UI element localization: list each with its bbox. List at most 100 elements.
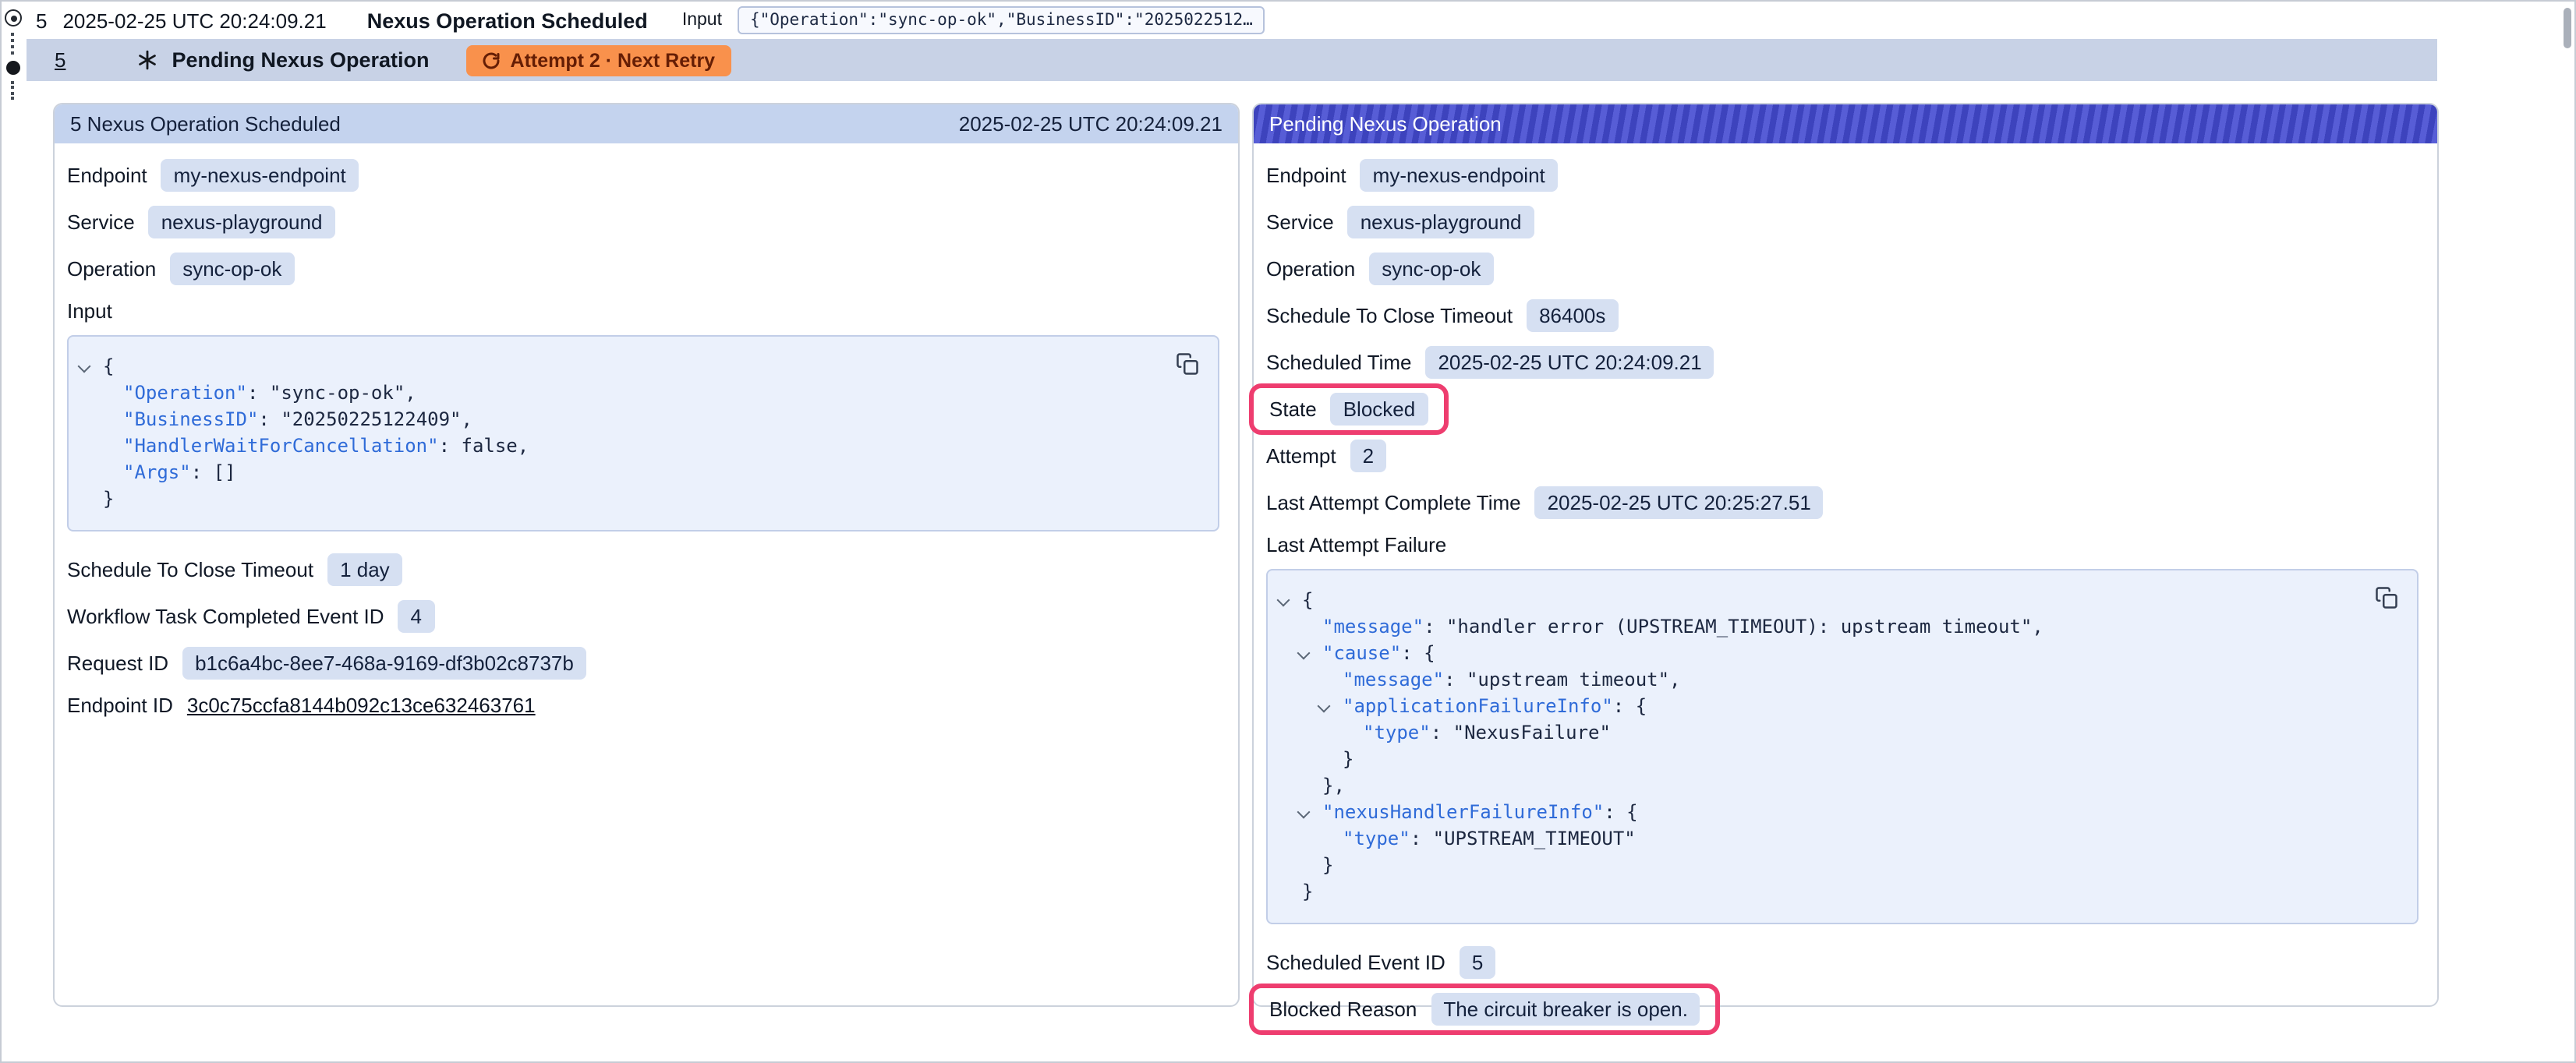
field-endpoint: Endpointmy-nexus-endpoint <box>67 159 1219 192</box>
input-label: Input <box>682 11 722 30</box>
field-schedule-to-close-timeout: Schedule To Close Timeout1 day <box>67 553 1219 586</box>
field-endpoint: Endpoint my-nexus-endpoint <box>1266 159 2419 192</box>
code-line: { <box>75 354 1155 380</box>
pending-panel-body: Endpoint my-nexus-endpoint Service nexus-pl… <box>1254 143 2437 1035</box>
code-line: "Args": [] <box>75 460 1155 486</box>
code-line: } <box>75 486 1155 513</box>
field-value-chip: nexus-playground <box>149 206 335 238</box>
scheduled-panel-body: Endpointmy-nexus-endpoint Service nexus-pl… <box>55 143 1238 717</box>
attempt-retry-badge: Attempt 2 · Next Retry <box>467 44 731 76</box>
code-line: "message": "handler error (UPSTREAM_TIME… <box>1274 614 2355 641</box>
field-value-chip: 5 <box>1460 946 1495 979</box>
field-value-chip: 2 <box>1350 440 1386 472</box>
input-section-label: Input <box>67 299 1219 323</box>
failure-json-viewer: {"message": "handler error (UPSTREAM_TIM… <box>1266 569 2419 924</box>
field-request-id: Request ID b1c6a4bc-8ee7-468a-9169-df3b02… <box>67 647 1219 680</box>
field-label: Service <box>1266 210 1334 234</box>
field-value-chip: 2025-02-25 UTC 20:24:09.21 <box>1425 346 1714 379</box>
panel-timestamp: 2025-02-25 UTC 20:24:09.21 <box>959 112 1223 136</box>
annotation-highlight: Blocked ReasonThe circuit breaker is ope… <box>1249 984 1721 1035</box>
event-title: Nexus Operation Scheduled <box>367 9 648 32</box>
code-line: "message": "upstream timeout", <box>1274 667 2355 694</box>
field-label: Endpoint <box>1266 164 1346 187</box>
field-value-chip: 4 <box>398 600 434 633</box>
field-scheduled-time: Scheduled Time 2025-02-25 UTC 20:24:09.21 <box>1266 346 2419 379</box>
field-label: Last Attempt Complete Time <box>1266 491 1521 514</box>
code-line: } <box>1274 879 2355 906</box>
field-endpoint-id: Endpoint ID 3c0c75ccfa8144b092c13ce632463… <box>67 694 1219 717</box>
field-label: Blocked Reason <box>1269 998 1417 1021</box>
field-value-chip: sync-op-ok <box>1369 253 1493 285</box>
field-operation: Operation sync-op-ok <box>1266 253 2419 285</box>
field-label: Service <box>67 210 135 234</box>
field-value-chip: Blocked <box>1331 393 1428 426</box>
main-content: 5 2025-02-25 UTC 20:24:09.21 Nexus Opera… <box>27 2 2574 1061</box>
code-line: "nexusHandlerFailureInfo": { <box>1274 800 2355 826</box>
field-value-chip: nexus-playground <box>1348 206 1534 238</box>
code-line: "cause": { <box>1274 641 2355 667</box>
field-label: Workflow Task Completed Event ID <box>67 605 384 628</box>
field-label: Schedule To Close Timeout <box>67 558 313 581</box>
input-json-viewer: {"Operation": "sync-op-ok","BusinessID":… <box>67 335 1219 532</box>
code-line: "Operation": "sync-op-ok", <box>75 380 1155 407</box>
code-line: } <box>1274 853 2355 879</box>
field-schedule-to-close-timeout: Schedule To Close Timeout86400s <box>1266 299 2419 332</box>
attempt-retry-label: Attempt 2 · Next Retry <box>511 49 716 71</box>
event-row-nexus-operation-scheduled[interactable]: 5 2025-02-25 UTC 20:24:09.21 Nexus Opera… <box>27 2 2574 39</box>
field-state: State Blocked <box>1266 383 2419 435</box>
field-blocked-reason: Blocked ReasonThe circuit breaker is ope… <box>1266 984 2419 1035</box>
copy-button[interactable] <box>1173 349 1202 379</box>
event-timestamp: 2025-02-25 UTC 20:24:09.21 <box>62 9 326 32</box>
timeline-connector <box>11 81 14 100</box>
field-attempt: Attempt 2 <box>1266 440 2419 472</box>
failure-section-label: Last Attempt Failure <box>1266 533 2419 556</box>
field-label: Attempt <box>1266 444 1336 468</box>
current-event-dot <box>6 61 20 75</box>
code-line: { <box>1274 588 2355 614</box>
field-label: Scheduled Event ID <box>1266 951 1445 974</box>
pending-event-title: Pending Nexus Operation <box>172 48 429 72</box>
retry-icon <box>483 51 501 69</box>
timeline-connector <box>11 33 14 55</box>
collapse-chevron-icon[interactable] <box>78 360 91 373</box>
event-id[interactable]: 5 <box>36 9 47 32</box>
field-value-chip: 2025-02-25 UTC 20:25:27.51 <box>1535 486 1824 519</box>
scheduled-panel-header: 5 Nexus Operation Scheduled 2025-02-25 U… <box>55 104 1238 143</box>
event-id-link[interactable]: 5 <box>55 48 65 72</box>
field-label: Scheduled Time <box>1266 351 1411 374</box>
code-line: }, <box>1274 773 2355 800</box>
page-scale-wrapper: 5 2025-02-25 UTC 20:24:09.21 Nexus Opera… <box>0 0 2576 1063</box>
code-line: "HandlerWaitForCancellation": false, <box>75 433 1155 460</box>
collapse-chevron-icon[interactable] <box>1297 806 1311 819</box>
field-last-attempt-complete-time: Last Attempt Complete Time 2025-02-25 UTC… <box>1266 486 2419 519</box>
pending-panel-header: Pending Nexus Operation <box>1254 104 2437 143</box>
collapse-chevron-icon[interactable] <box>1277 594 1290 607</box>
event-row-pending-nexus-operation[interactable]: 5 Pending Nexus Operation Attempt 2 · Ne… <box>27 39 2437 81</box>
field-label: Request ID <box>67 652 168 675</box>
field-workflow-task-completed-event-id: Workflow Task Completed Event ID 4 <box>67 600 1219 633</box>
copy-button[interactable] <box>2372 583 2401 613</box>
field-scheduled-event-id: Scheduled Event ID 5 <box>1266 946 2419 979</box>
field-service: Service nexus-playground <box>1266 206 2419 238</box>
collapse-chevron-icon[interactable] <box>1297 647 1311 660</box>
field-label: Endpoint ID <box>67 694 173 717</box>
field-value-chip: my-nexus-endpoint <box>1361 159 1558 192</box>
field-label: State <box>1269 397 1317 421</box>
field-value-link[interactable]: 3c0c75ccfa8144b092c13ce632463761 <box>187 694 536 717</box>
scrollbar-thumb[interactable] <box>2564 8 2571 48</box>
field-label: Operation <box>1266 257 1355 281</box>
event-timeline-track <box>2 2 27 1061</box>
code-line: "applicationFailureInfo": { <box>1274 694 2355 720</box>
annotation-highlight: State Blocked <box>1249 383 1448 435</box>
field-label: Schedule To Close Timeout <box>1266 304 1513 327</box>
code-line: "BusinessID": "20250225122409", <box>75 407 1155 433</box>
field-value-chip: my-nexus-endpoint <box>161 159 359 192</box>
code-line: "type": "UPSTREAM_TIMEOUT" <box>1274 826 2355 853</box>
panel-title: Pending Nexus Operation <box>1269 112 1502 136</box>
pending-asterisk-icon <box>137 50 157 70</box>
field-service: Service nexus-playground <box>67 206 1219 238</box>
panel-pending-nexus-operation: Pending Nexus Operation Endpoint my-nexus… <box>1252 103 2439 1007</box>
detail-panels: 5 Nexus Operation Scheduled 2025-02-25 U… <box>53 103 2439 1007</box>
collapse-chevron-icon[interactable] <box>1318 700 1331 713</box>
field-value-chip: b1c6a4bc-8ee7-468a-9169-df3b02c8737b <box>182 647 586 680</box>
